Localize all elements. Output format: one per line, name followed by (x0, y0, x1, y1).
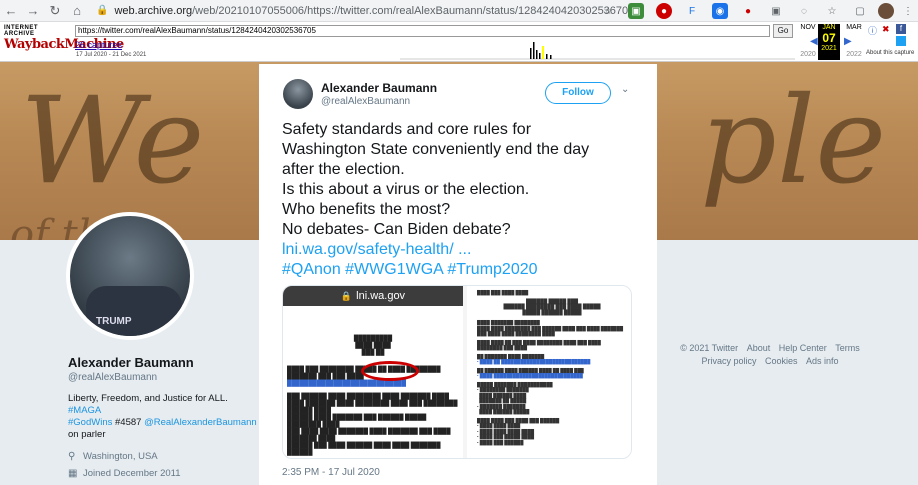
capture-calendar: NOV ◀ JAN 07 2021 ▶ MAR 2020 2022 (796, 24, 866, 60)
wayback-url-input[interactable]: https://twitter.com/realAlexBaumann/stat… (75, 25, 770, 37)
url-path: /web/20210107055006/https://twitter.com/… (192, 4, 635, 17)
current-month: JAN (822, 24, 836, 31)
profile-handle[interactable]: @realAlexBaumann (68, 372, 258, 383)
bio-text: Liberty, Freedom, and Justice for ALL. (68, 393, 228, 404)
profile-location: ⚲ Washington, USA (68, 451, 258, 462)
profile-avatar[interactable] (878, 3, 894, 19)
next-year[interactable]: 2022 (842, 51, 866, 58)
tweet-hashtags[interactable]: #QAnon #WWG1WGA #Trump2020 (282, 260, 642, 280)
profile-card: Alexander Baumann @realAlexBaumann Liber… (68, 355, 258, 479)
footer-cookies[interactable]: Cookies (765, 356, 798, 366)
media-url: lni.wa.gov (356, 290, 406, 302)
wayback-share: ⓘ ✖ f About this capture (866, 24, 918, 60)
media-document-left: █████████ ████ ████ ███ ██ ████ ███ ██████… (287, 336, 458, 456)
location-pin-icon: ⚲ (68, 451, 76, 462)
close-icon[interactable]: ✖ (882, 24, 890, 35)
reading-list-icon[interactable]: ☆ (824, 3, 840, 19)
extension-icon[interactable]: F (684, 3, 700, 19)
location-text: Washington, USA (83, 451, 158, 462)
menu-icon[interactable]: ⋮ (900, 3, 916, 19)
profile-avatar-large[interactable]: TRUMP (66, 212, 194, 340)
tweet-timestamp[interactable]: 2:35 PM - 17 Jul 2020 (282, 467, 380, 478)
extension-icon[interactable]: ▣ (628, 3, 644, 19)
tweet-avatar[interactable] (283, 79, 313, 109)
extension-icon[interactable]: ◉ (712, 3, 728, 19)
media-image-left[interactable]: 🔒 lni.wa.gov █████████ ████ ████ ███ ██ ███… (283, 286, 463, 458)
prev-year[interactable]: 2020 (796, 51, 820, 58)
tweet-line: Safety standards and core rules for (282, 121, 532, 138)
tweet-line: after the election. (282, 161, 405, 178)
wayback-toolbar: INTERNET ARCHIVE WaybackMachine https://… (0, 22, 918, 62)
prev-capture-icon[interactable]: ◀ (810, 36, 818, 47)
captures-sparkline[interactable] (400, 38, 795, 60)
wayback-go-button[interactable]: Go (773, 24, 793, 38)
extension-icon[interactable]: ● (740, 3, 756, 19)
tweet-line: No debates- Can Biden debate? (282, 221, 511, 238)
wayback-logo[interactable]: INTERNET ARCHIVE WaybackMachine (4, 25, 124, 59)
home-icon[interactable]: ⌂ (66, 0, 88, 22)
address-bar[interactable]: 🔒 web.archive.org/web/20210107055006/htt… (96, 2, 634, 20)
media-browser-bar: 🔒 lni.wa.gov (283, 286, 463, 306)
bookmark-star-icon[interactable]: ☆ (600, 3, 616, 19)
tweet-media[interactable]: 🔒 lni.wa.gov █████████ ████ ████ ███ ██ ███… (282, 285, 632, 459)
chevron-down-icon[interactable]: ⌄ (621, 84, 629, 95)
about-capture[interactable]: About this capture (866, 50, 914, 56)
current-day: 07 (822, 31, 836, 45)
footer-help[interactable]: Help Center (779, 343, 827, 353)
calendar-icon: ▦ (68, 468, 78, 479)
tweet-author-name[interactable]: Alexander Baumann (321, 81, 437, 95)
profile-name[interactable]: Alexander Baumann (68, 355, 258, 370)
footer-ads[interactable]: Ads info (806, 356, 839, 366)
extension-icon[interactable]: ● (656, 3, 672, 19)
tab-search-icon[interactable]: ▢ (852, 3, 868, 19)
bio-hashtag[interactable]: #MAGA (68, 405, 101, 416)
follow-button[interactable]: Follow (545, 82, 611, 104)
prev-month[interactable]: NOV (796, 24, 820, 31)
tweet-link[interactable]: lni.wa.gov/safety-health/ ... (282, 240, 642, 260)
lock-icon: 🔒 (340, 291, 353, 301)
footer-privacy[interactable]: Privacy policy (701, 356, 756, 366)
browser-toolbar: ← → ↻ ⌂ 🔒 web.archive.org/web/2021010705… (0, 0, 918, 22)
wayback-logo-top: INTERNET ARCHIVE (4, 25, 38, 37)
bio-mention[interactable]: @RealAlexanderBaumann (144, 417, 257, 428)
tweet-line: Who benefits the most? (282, 201, 451, 218)
joined-text: Joined December 2011 (83, 468, 181, 479)
wayback-logo-main: WaybackMachine (4, 37, 124, 52)
next-month[interactable]: MAR (842, 24, 866, 31)
footer-about[interactable]: About (747, 343, 771, 353)
profile-joined: ▦ Joined December 2011 (68, 468, 258, 479)
forward-icon[interactable]: → (22, 0, 44, 22)
back-icon[interactable]: ← (0, 0, 22, 22)
bio-hashtag[interactable]: #GodWins (68, 417, 112, 428)
twitter-icon[interactable] (896, 36, 906, 46)
footer-copyright: © 2021 Twitter (680, 343, 739, 353)
avatar-shirt: TRUMP (86, 286, 182, 336)
url-host: web.archive.org (114, 4, 193, 17)
tweet-line: Is this about a virus or the election. (282, 181, 530, 198)
shirt-text: TRUMP (96, 316, 132, 327)
footer-terms[interactable]: Terms (835, 343, 860, 353)
extension-icon[interactable]: ▣ (768, 3, 784, 19)
captures-link[interactable]: 26 captures (75, 40, 122, 50)
current-capture: JAN 07 2021 (818, 24, 840, 60)
media-document-right: ████ ███ ████ ████ ██████ █████ ███ █████… (477, 290, 624, 445)
highlight-circle (361, 361, 419, 381)
bio-text: #4587 (115, 417, 142, 428)
bio-text: on parler (68, 429, 106, 440)
lock-icon: 🔒 (96, 5, 109, 16)
current-year: 2021 (821, 45, 837, 52)
tweet-card: Alexander Baumann @realAlexBaumann Follo… (259, 64, 657, 485)
captures-range: 17 Jul 2020 - 21 Dec 2021 (76, 52, 147, 58)
extension-icon[interactable]: ◌ (796, 3, 812, 19)
reload-icon[interactable]: ↻ (44, 0, 66, 22)
next-capture-icon[interactable]: ▶ (844, 36, 852, 47)
footer-links: © 2021 Twitter About Help Center Terms P… (670, 342, 870, 368)
tweet-text: Safety standards and core rules for Wash… (282, 120, 642, 280)
profile-bio: Liberty, Freedom, and Justice for ALL. #… (68, 393, 258, 441)
help-icon[interactable]: ⓘ (868, 24, 877, 37)
tweet-author-handle[interactable]: @realAlexBaumann (321, 96, 410, 107)
tweet-line: Washington State conveniently end the da… (282, 141, 590, 158)
facebook-icon[interactable]: f (896, 24, 906, 34)
media-image-right[interactable]: ████ ███ ████ ████ ██████ █████ ███ █████… (467, 286, 631, 458)
